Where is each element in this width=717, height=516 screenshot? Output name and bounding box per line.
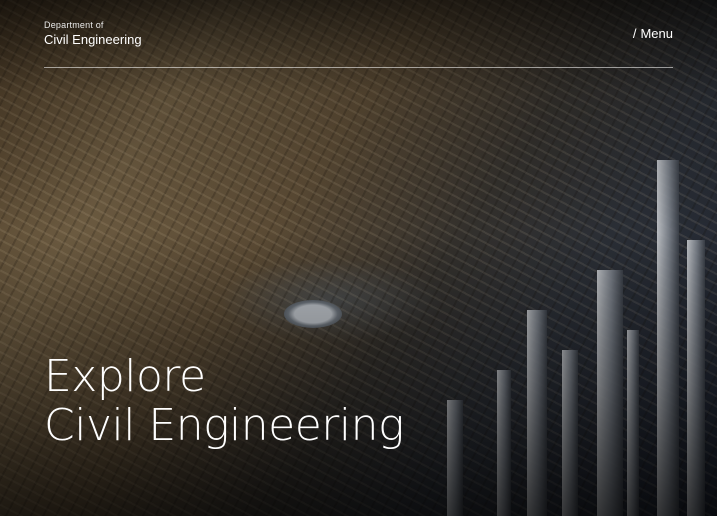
menu-slash-icon: / [632, 26, 637, 41]
hero-headline: Explore Civil Engineering [44, 352, 404, 451]
menu-label: Menu [640, 26, 673, 41]
department-name-link[interactable]: Civil Engineering [44, 32, 142, 47]
headline-line-2: Civil Engineering [44, 400, 404, 452]
hero-banner: Department of Civil Engineering / Menu E… [0, 0, 717, 516]
headline-line-1: Explore [44, 351, 206, 402]
site-header: Department of Civil Engineering / Menu [44, 0, 673, 68]
department-label: Department of [44, 20, 104, 30]
menu-button[interactable]: / Menu [633, 26, 673, 41]
